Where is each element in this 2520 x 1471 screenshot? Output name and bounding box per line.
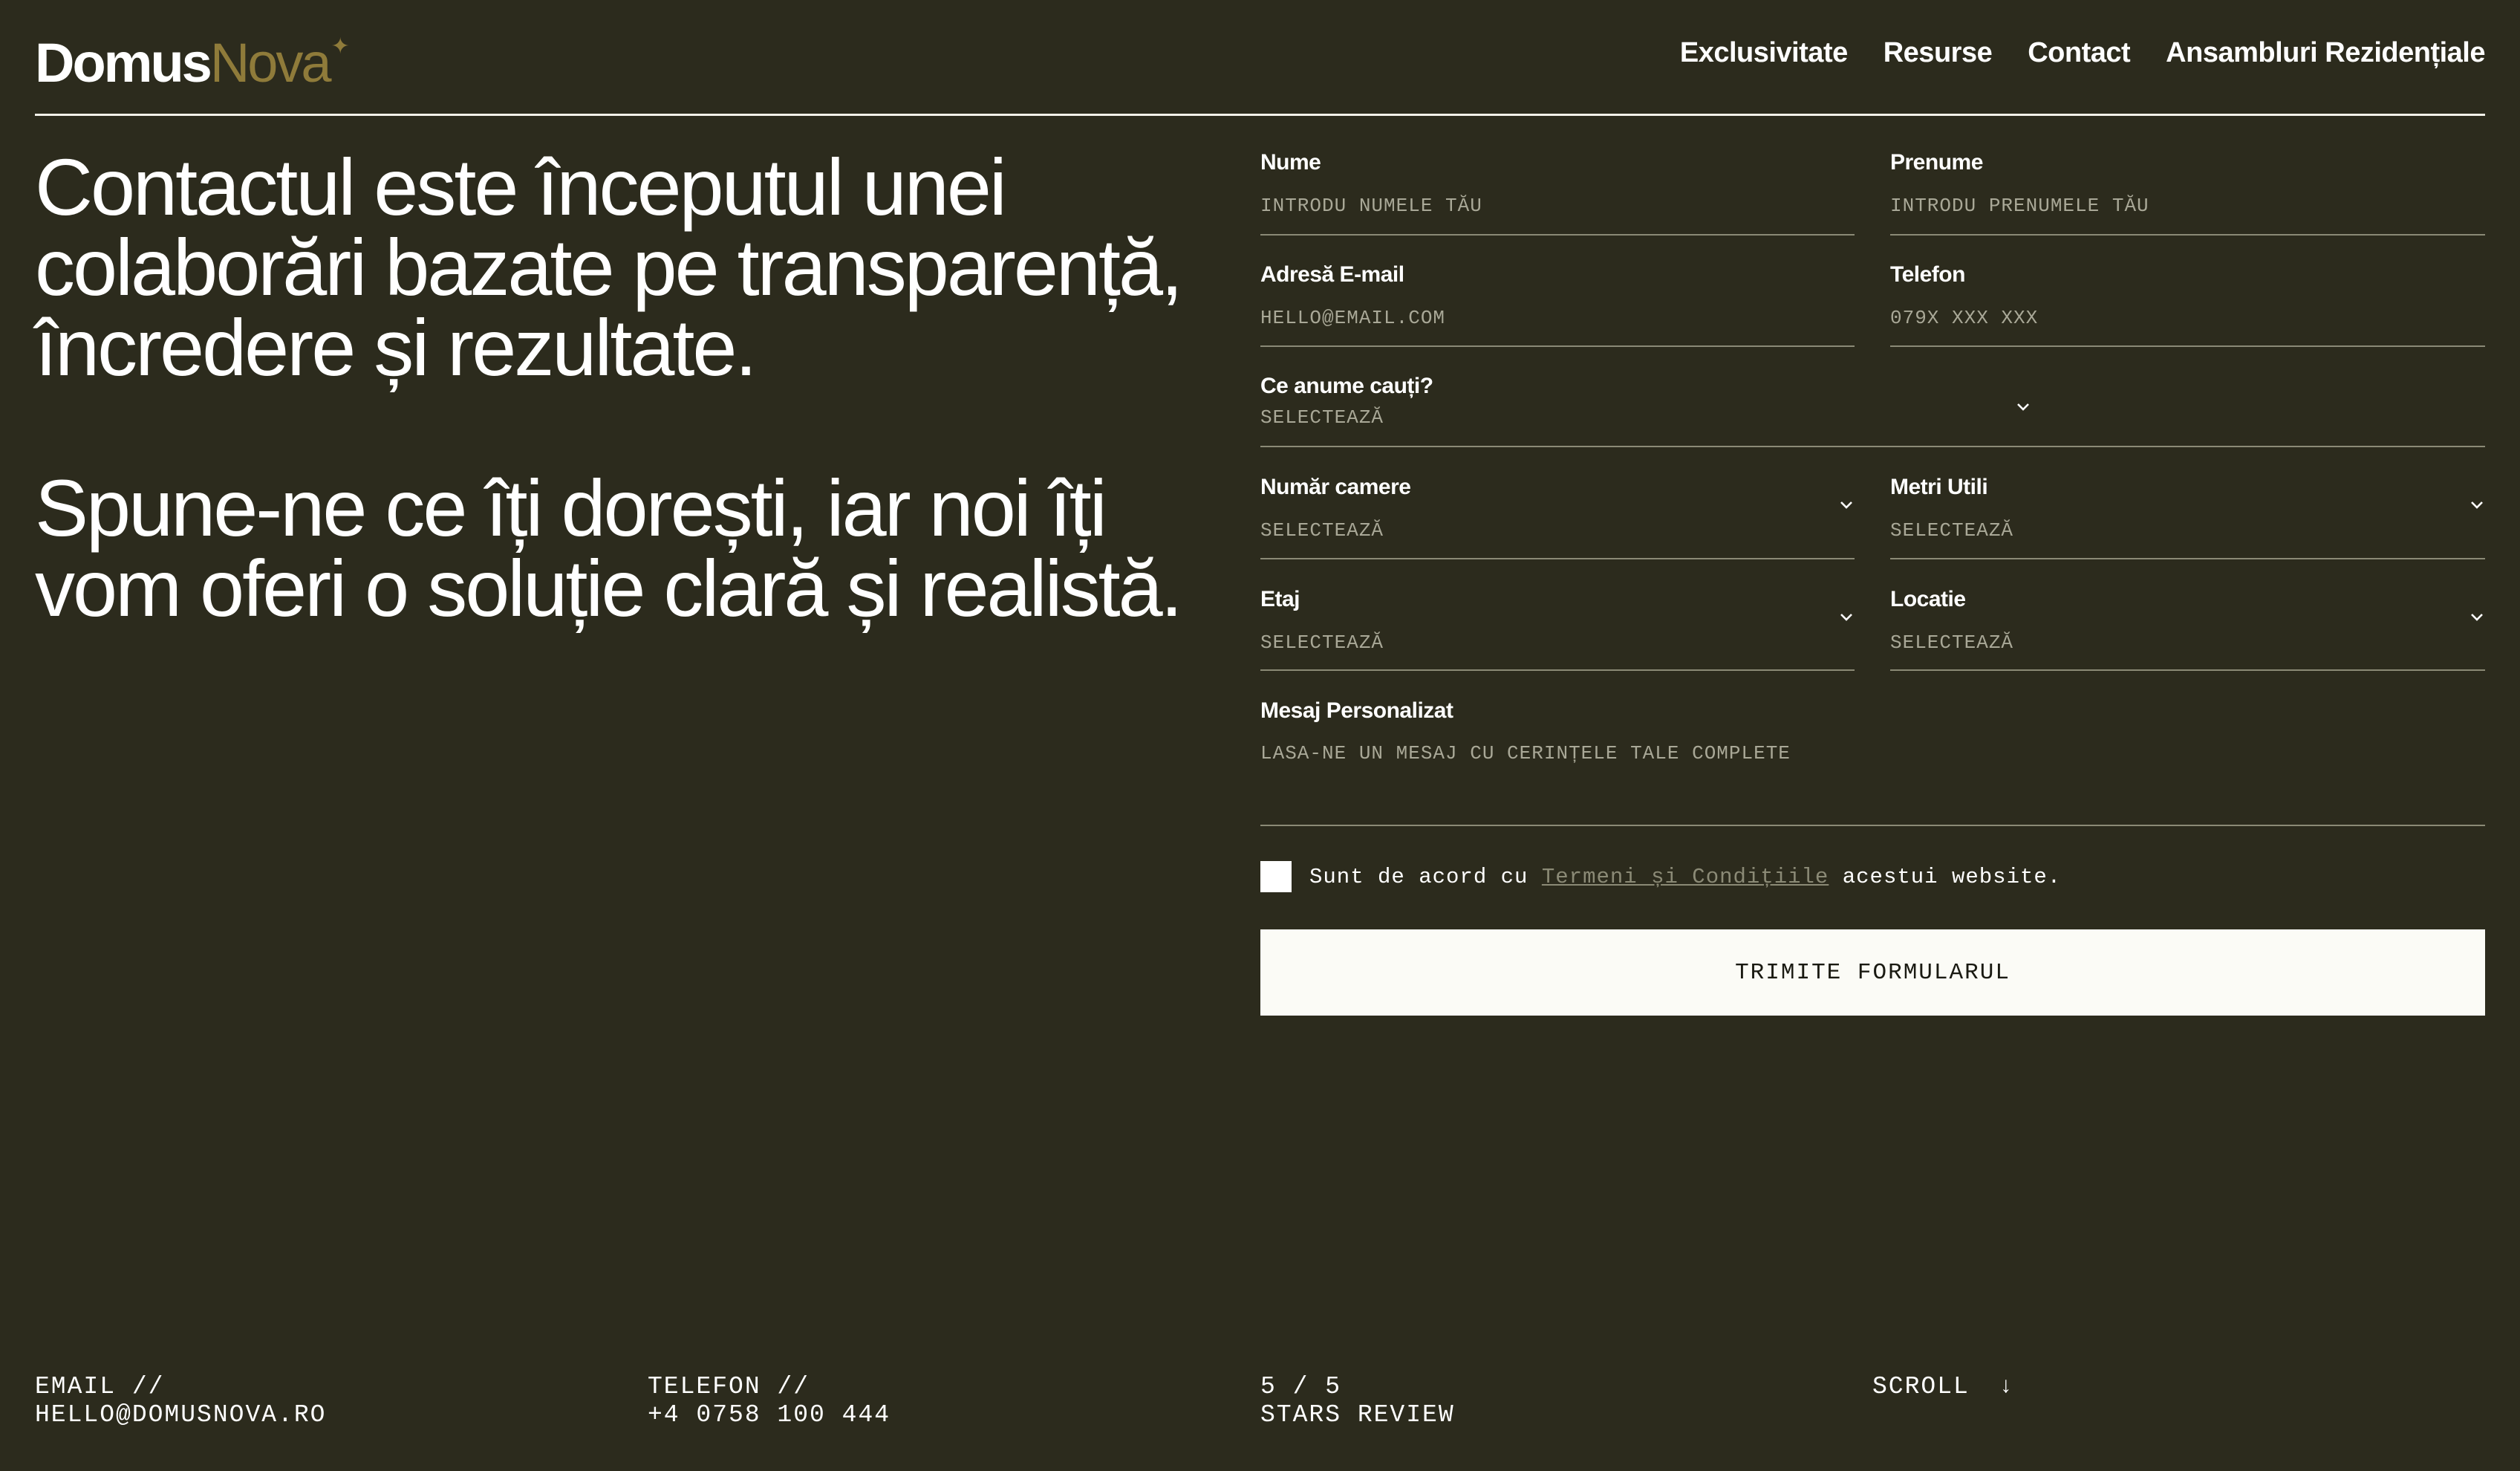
email-input[interactable]: HELLO@EMAIL.COM	[1260, 307, 1445, 329]
chevron-down-icon	[2015, 398, 2031, 415]
scroll-label: SCROLL	[1872, 1373, 1970, 1400]
cauti-select[interactable]: Ce anume cauți? SELECTEAZĂ	[1260, 371, 2485, 447]
logo-text-nova: Nova	[209, 32, 332, 94]
nume-field[interactable]: Nume INTRODU NUMELE TĂU	[1260, 147, 1855, 236]
footer-phone-link[interactable]: +4 0758 100 444	[648, 1401, 891, 1429]
footer-rating: 5 / 5 STARS REVIEW	[1260, 1373, 1455, 1429]
scroll-indicator[interactable]: SCROLL ↓	[1872, 1373, 2014, 1401]
etaj-select[interactable]: Etaj SELECTEAZĂ	[1260, 584, 1855, 671]
mesaj-label: Mesaj Personalizat	[1260, 698, 1453, 723]
footer-phone-label: TELEFON //	[648, 1373, 810, 1400]
hero-paragraph-2: Spune-ne ce îți dorești, iar noi îți vom…	[35, 463, 1183, 633]
consent-row: Sunt de acord cu Termeni și Condițiile a…	[1260, 860, 2061, 893]
nume-label: Nume	[1260, 150, 1321, 175]
etaj-label: Etaj	[1260, 587, 1300, 611]
cauti-label: Ce anume cauți?	[1260, 374, 1433, 398]
telefon-label: Telefon	[1890, 262, 1965, 287]
email-label: Adresă E-mail	[1260, 262, 1404, 287]
logo-text-domus: Domus	[35, 32, 212, 94]
chevron-down-icon	[2469, 608, 2485, 625]
metri-select[interactable]: Metri Utili SELECTEAZĂ	[1890, 472, 2485, 559]
nume-input[interactable]: INTRODU NUMELE TĂU	[1260, 195, 1482, 217]
footer-email-link[interactable]: HELLO@DOMUSNOVA.RO	[35, 1401, 326, 1429]
consent-text: Sunt de acord cu Termeni și Condițiile a…	[1309, 865, 2061, 889]
site-header: Domus Nova ✦ Exclusivitate Resurse Conta…	[35, 0, 2485, 116]
locatie-select[interactable]: Locatie SELECTEAZĂ	[1890, 584, 2485, 671]
prenume-field[interactable]: Prenume INTRODU PRENUMELE TĂU	[1890, 147, 2485, 236]
rating-label: STARS REVIEW	[1260, 1401, 1455, 1429]
footer-email-label: EMAIL //	[35, 1373, 165, 1400]
rating-value: 5 / 5	[1260, 1373, 1342, 1400]
consent-text-after: acestui website.	[1829, 864, 2062, 889]
submit-button-label: TRIMITE FORMULARUL	[1735, 959, 2011, 986]
locatie-label: Locatie	[1890, 587, 1966, 611]
chevron-down-icon	[1838, 608, 1855, 625]
submit-button[interactable]: TRIMITE FORMULARUL	[1260, 929, 2485, 1016]
nav-link-resurse[interactable]: Resurse	[1884, 37, 1993, 69]
nav-link-exclusivitate[interactable]: Exclusivitate	[1680, 37, 1848, 69]
locatie-value: SELECTEAZĂ	[1890, 631, 2014, 654]
camere-label: Număr camere	[1260, 475, 1411, 499]
metri-label: Metri Utili	[1890, 475, 1988, 499]
footer-phone: TELEFON // +4 0758 100 444	[648, 1373, 891, 1429]
nav-link-ansambluri[interactable]: Ansambluri Rezidențiale	[2166, 37, 2485, 69]
telefon-input[interactable]: 079X XXX XXX	[1890, 307, 2038, 329]
footer-email: EMAIL // HELLO@DOMUSNOVA.RO	[35, 1373, 326, 1429]
chevron-down-icon	[2469, 496, 2485, 513]
nav-link-contact[interactable]: Contact	[2028, 37, 2130, 69]
scroll-wrap: SCROLL ↓	[1872, 1373, 2014, 1401]
main-nav: Exclusivitate Resurse Contact Ansambluri…	[1680, 37, 2486, 69]
email-field[interactable]: Adresă E-mail HELLO@EMAIL.COM	[1260, 259, 1855, 347]
telefon-field[interactable]: Telefon 079X XXX XXX	[1890, 259, 2485, 347]
terms-link[interactable]: Termeni și Condițiile	[1542, 865, 1829, 889]
prenume-label: Prenume	[1890, 150, 1983, 175]
cauti-value: SELECTEAZĂ	[1260, 406, 1384, 429]
hero-paragraph-1: Contactul este începutul unei colaborări…	[35, 142, 1183, 392]
hero-text: Contactul este începutul unei colaborări…	[35, 147, 1208, 629]
logo[interactable]: Domus Nova ✦	[35, 31, 350, 94]
terms-checkbox[interactable]	[1260, 861, 1292, 892]
metri-value: SELECTEAZĂ	[1890, 519, 2014, 542]
camere-select[interactable]: Număr camere SELECTEAZĂ	[1260, 472, 1855, 559]
consent-text-before: Sunt de acord cu	[1309, 864, 1542, 889]
prenume-input[interactable]: INTRODU PRENUMELE TĂU	[1890, 195, 2149, 217]
mesaj-textarea[interactable]: LASA-NE UN MESAJ CU CERINȚELE TALE COMPL…	[1260, 742, 1791, 764]
sparkle-icon: ✦	[331, 34, 350, 59]
camere-value: SELECTEAZĂ	[1260, 519, 1384, 542]
arrow-down-icon: ↓	[1999, 1374, 2014, 1400]
chevron-down-icon	[1838, 496, 1855, 513]
etaj-value: SELECTEAZĂ	[1260, 631, 1384, 654]
mesaj-field[interactable]: Mesaj Personalizat LASA-NE UN MESAJ CU C…	[1260, 695, 2485, 826]
